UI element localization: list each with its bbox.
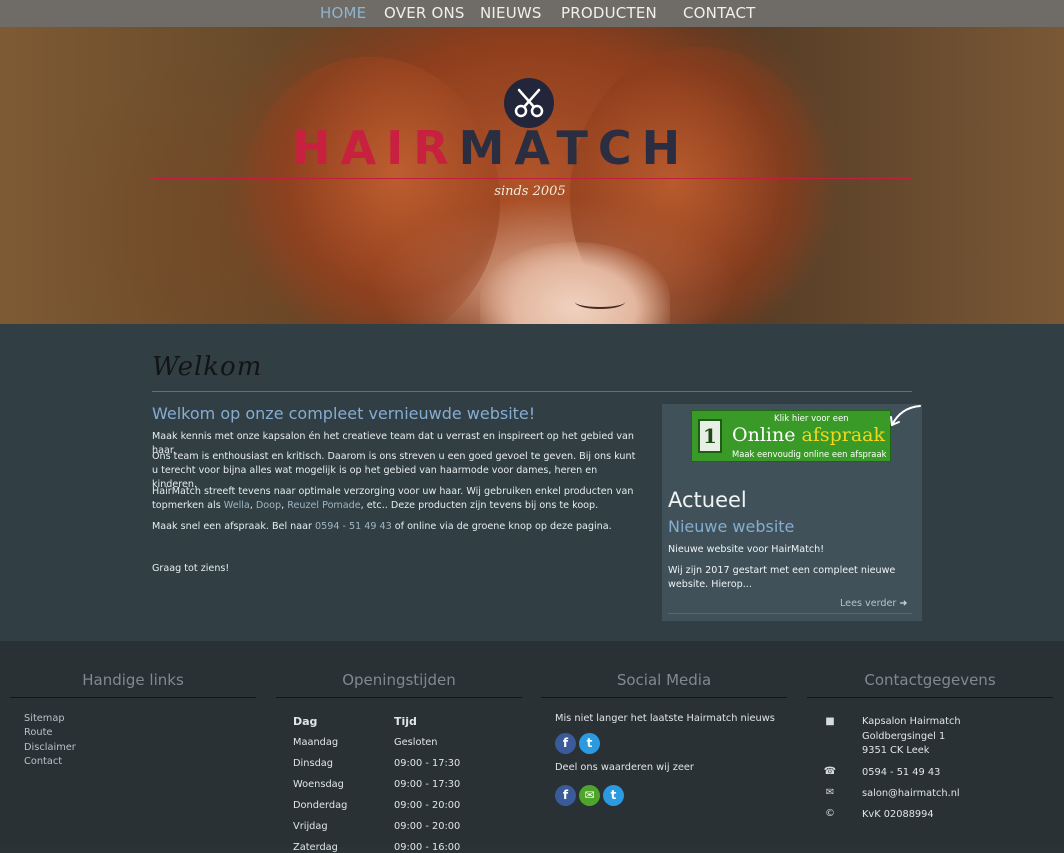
contact-city: 9351 CK Leek bbox=[862, 745, 930, 756]
nav-nieuws[interactable]: NIEUWS bbox=[480, 4, 542, 22]
read-more-link[interactable]: Lees verder ➜ bbox=[840, 598, 907, 609]
share-facebook-icon[interactable]: f bbox=[555, 785, 576, 806]
footer-contact-heading: Contactgegevens bbox=[864, 671, 996, 689]
hours-time: Gesloten bbox=[394, 737, 438, 748]
nav-home[interactable]: HOME bbox=[320, 4, 366, 22]
contact-phone-link[interactable]: 0594 - 51 49 43 bbox=[862, 766, 940, 780]
hours-time: 09:00 - 17:30 bbox=[394, 758, 461, 769]
footer-link-disclaimer[interactable]: Disclaimer bbox=[24, 742, 76, 753]
brand-link-reuzel[interactable]: Reuzel Pomade bbox=[287, 500, 360, 511]
footer-links-heading: Handige links bbox=[82, 671, 184, 689]
contact-email-link[interactable]: salon@hairmatch.nl bbox=[862, 787, 960, 801]
hours-time: 09:00 - 16:00 bbox=[394, 842, 461, 853]
footer-hours-divider bbox=[276, 697, 522, 698]
nav-contact[interactable]: CONTACT bbox=[683, 4, 756, 22]
social-text-share: Deel ons waarderen wij zeer bbox=[555, 762, 694, 773]
curved-arrow-icon bbox=[890, 405, 921, 426]
contact-kvk: KvK 02088994 bbox=[862, 809, 934, 820]
footer-social-divider bbox=[541, 697, 787, 698]
nav-over-ons[interactable]: OVER ONS bbox=[384, 4, 465, 22]
news-divider bbox=[668, 613, 912, 614]
contact-company: Kapsalon Hairmatch bbox=[862, 716, 961, 727]
p4-text-b: of online via de groene knop op deze pag… bbox=[391, 521, 612, 532]
hero-banner: HAIRMATCH sinds 2005 bbox=[0, 27, 1064, 324]
footer-social-heading: Social Media bbox=[616, 671, 712, 689]
badge-main-a: Online bbox=[732, 424, 802, 446]
logo-match-text: MATCH bbox=[458, 121, 691, 175]
footer-link-contact[interactable]: Contact bbox=[24, 756, 62, 767]
badge-top-text: Klik hier voor een bbox=[774, 414, 849, 424]
page-title: Welkom bbox=[152, 352, 263, 382]
footer-link-sitemap[interactable]: Sitemap bbox=[24, 713, 65, 724]
hours-day: Woensdag bbox=[293, 779, 344, 790]
hours-time: 09:00 - 20:00 bbox=[394, 821, 461, 832]
brand-link-wella[interactable]: Wella bbox=[224, 500, 250, 511]
hours-day: Maandag bbox=[293, 737, 339, 748]
hours-day: Vrijdag bbox=[293, 821, 328, 832]
footer-links-divider bbox=[10, 697, 256, 698]
facebook-icon[interactable]: f bbox=[555, 733, 576, 754]
news-paragraph-1: Nieuwe website voor HairMatch! bbox=[668, 544, 825, 555]
brand-link-doop[interactable]: Doop bbox=[256, 500, 281, 511]
actueel-heading: Actueel bbox=[668, 488, 747, 512]
envelope-icon: ✉ bbox=[825, 787, 835, 798]
hero-eyelash bbox=[575, 295, 625, 309]
hours-day: Zaterdag bbox=[293, 842, 338, 853]
p3-text-b: , etc.. Deze producten zijn tevens bij o… bbox=[360, 500, 599, 511]
footer-link-route[interactable]: Route bbox=[24, 727, 52, 738]
hero-hair-left bbox=[240, 57, 500, 324]
badge-main-text: Online afspraak bbox=[732, 424, 885, 446]
logo-tagline: sinds 2005 bbox=[494, 184, 566, 199]
calendar-icon: 1 bbox=[698, 419, 722, 453]
intro-paragraph-3: HairMatch streeft tevens naar optimale v… bbox=[152, 485, 644, 513]
share-email-icon[interactable]: ✉ bbox=[579, 785, 600, 806]
news-title-link[interactable]: Nieuwe website bbox=[668, 517, 794, 536]
footer-contact-divider bbox=[807, 697, 1053, 698]
logo-divider bbox=[152, 178, 912, 179]
logo-hair-text: HAIR bbox=[292, 121, 459, 175]
hours-time: 09:00 - 17:30 bbox=[394, 779, 461, 790]
arrow-right-icon: ➜ bbox=[899, 598, 908, 609]
share-twitter-icon[interactable]: t bbox=[603, 785, 624, 806]
intro-closing: Graag tot ziens! bbox=[152, 563, 230, 574]
intro-paragraph-4: Maak snel een afspraak. Bel naar 0594 - … bbox=[152, 520, 644, 534]
p4-text-a: Maak snel een afspraak. Bel naar bbox=[152, 521, 316, 532]
hours-header-time: Tijd bbox=[394, 715, 417, 728]
news-paragraph-2: Wij zijn 2017 gestart met een compleet n… bbox=[668, 565, 896, 590]
phone-icon: ☎ bbox=[823, 766, 837, 777]
badge-main-b: afspraak bbox=[801, 424, 886, 446]
hours-day: Donderdag bbox=[293, 800, 348, 811]
hours-header-day: Dag bbox=[293, 715, 318, 728]
sidebar-news: 1 Klik hier voor een Online afspraak Maa… bbox=[662, 404, 922, 621]
intro-heading: Welkom op onze compleet vernieuwde websi… bbox=[152, 404, 536, 423]
social-text-follow: Mis niet langer het laatste Hairmatch ni… bbox=[555, 713, 775, 724]
copyright-icon: © bbox=[825, 808, 835, 819]
online-appointment-button[interactable]: 1 Klik hier voor een Online afspraak Maa… bbox=[691, 405, 921, 462]
contact-street: Goldbergsingel 1 bbox=[862, 731, 946, 742]
footer-hours-heading: Openingstijden bbox=[342, 671, 456, 689]
phone-link[interactable]: 0594 - 51 49 43 bbox=[315, 521, 392, 532]
hours-day: Dinsdag bbox=[293, 758, 334, 769]
hours-time: 09:00 - 20:00 bbox=[394, 800, 461, 811]
title-divider bbox=[152, 391, 912, 392]
top-navigation: HOME OVER ONS NIEUWS PRODUCTEN CONTACT bbox=[0, 0, 1064, 27]
badge-sub-text: Maak eenvoudig online een afspraak bbox=[732, 449, 887, 459]
twitter-icon[interactable]: t bbox=[579, 733, 600, 754]
read-more-label: Lees verder bbox=[840, 598, 897, 609]
nav-producten[interactable]: PRODUCTEN bbox=[561, 4, 657, 22]
car-icon: ■ bbox=[825, 716, 835, 727]
site-logo[interactable]: HAIRMATCH bbox=[292, 123, 690, 173]
